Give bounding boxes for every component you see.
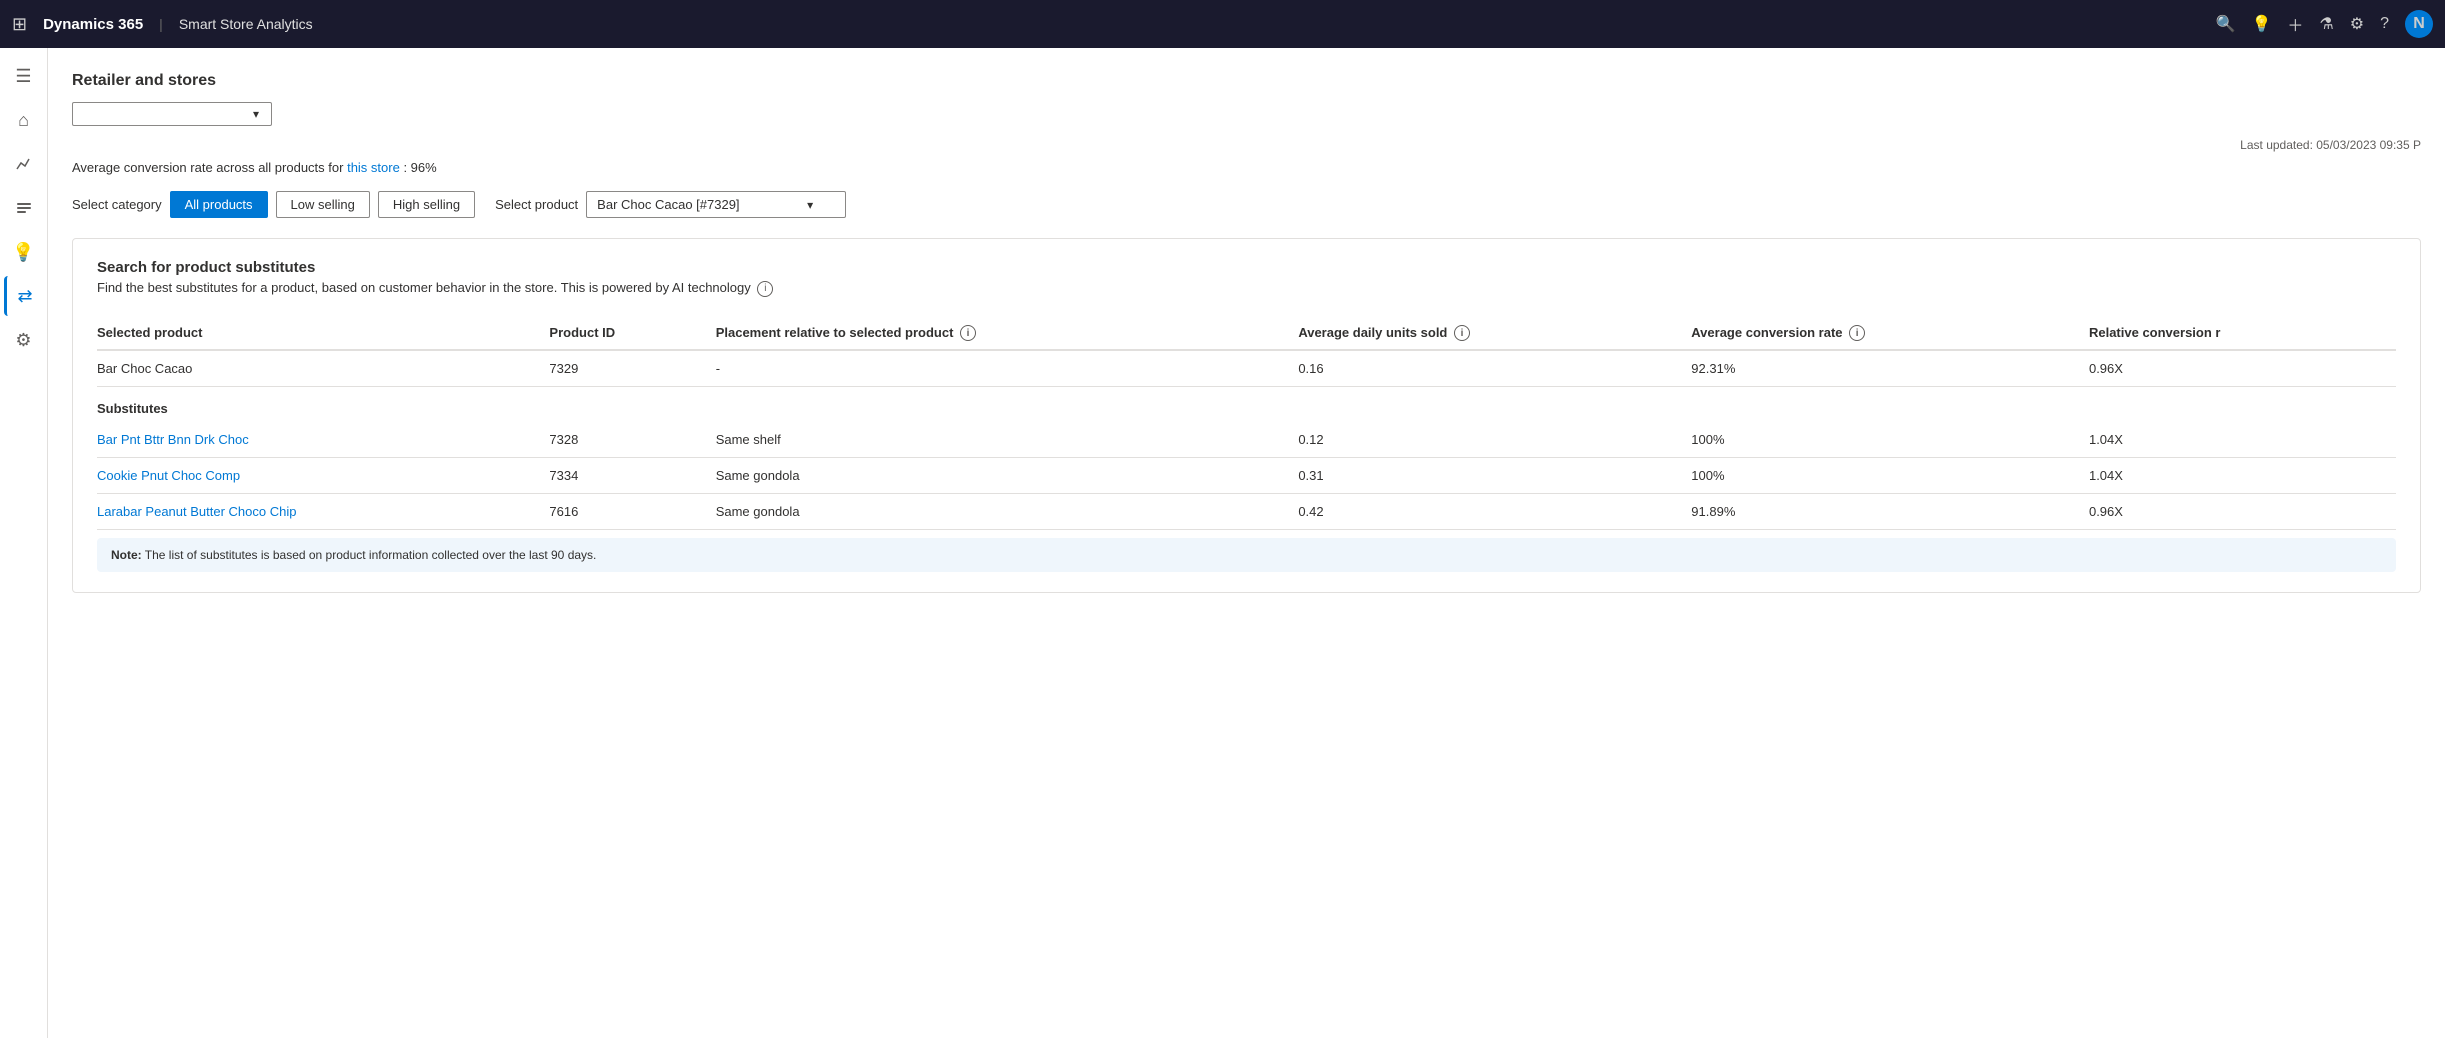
filter-all-products[interactable]: All products <box>170 191 268 218</box>
avg-daily-info-icon[interactable]: i <box>1454 325 1470 341</box>
col-header-relative-conversion: Relative conversion r <box>2089 317 2396 351</box>
sub-id-2: 7334 <box>549 458 715 494</box>
brand-name: Dynamics 365 <box>43 16 143 33</box>
note-text: The list of substitutes is based on prod… <box>145 548 597 562</box>
sub-daily-2: 0.31 <box>1298 458 1691 494</box>
product-dropdown-value: Bar Choc Cacao [#7329] <box>597 197 739 212</box>
store-dropdown[interactable]: ▾ <box>72 102 272 126</box>
sub-relative-3: 0.96X <box>2089 494 2396 530</box>
avg-conversion-banner: Average conversion rate across all produ… <box>72 160 2421 175</box>
selected-relative-conversion: 0.96X <box>2089 350 2396 387</box>
avatar[interactable]: N <box>2405 10 2433 38</box>
chevron-down-icon: ▾ <box>807 198 813 212</box>
search-icon[interactable]: 🔍 <box>2216 14 2236 34</box>
module-name: Smart Store Analytics <box>179 16 313 32</box>
lightbulb-icon[interactable]: 💡 <box>2251 14 2271 34</box>
sub-conversion-1: 100% <box>1691 422 2089 458</box>
store-selector-row: ▾ <box>72 102 2421 126</box>
product-dropdown[interactable]: Bar Choc Cacao [#7329] ▾ <box>586 191 846 218</box>
section-title: Search for product substitutes <box>97 259 2396 276</box>
filter-icon[interactable]: ⚗ <box>2319 14 2333 34</box>
substitutes-table: Selected product Product ID Placement re… <box>97 317 2396 531</box>
selected-avg-daily: 0.16 <box>1298 350 1691 387</box>
note-label: Note: <box>111 548 142 562</box>
info-icon[interactable]: i <box>757 281 773 297</box>
top-navigation: ⊞ Dynamics 365 | Smart Store Analytics 🔍… <box>0 0 2445 48</box>
last-updated-text: Last updated: 05/03/2023 09:35 P <box>72 138 2421 152</box>
selected-placement: - <box>716 350 1299 387</box>
sub-daily-1: 0.12 <box>1298 422 1691 458</box>
substitute-section: Search for product substitutes Find the … <box>72 238 2421 593</box>
table-row: Bar Pnt Bttr Bnn Drk Choc 7328 Same shel… <box>97 422 2396 458</box>
sub-placement-3: Same gondola <box>716 494 1299 530</box>
sidebar-item-home[interactable]: ⌂ <box>4 100 44 140</box>
sub-placement-2: Same gondola <box>716 458 1299 494</box>
placement-info-icon[interactable]: i <box>960 325 976 341</box>
group-label: Substitutes <box>97 387 2396 423</box>
top-nav-right: 🔍 💡 ＋ ⚗ ⚙ ? N <box>2216 10 2433 38</box>
sub-name-1[interactable]: Bar Pnt Bttr Bnn Drk Choc <box>97 422 549 458</box>
sub-conversion-2: 100% <box>1691 458 2089 494</box>
chevron-down-icon: ▾ <box>253 107 259 121</box>
sub-daily-3: 0.42 <box>1298 494 1691 530</box>
settings-icon[interactable]: ⚙ <box>2350 14 2364 34</box>
nav-separator: | <box>159 16 163 32</box>
side-navigation: ☰ ⌂ 💡 ⇄ ⚙ <box>0 48 48 1038</box>
avg-conversion-info-icon[interactable]: i <box>1849 325 1865 341</box>
sidebar-item-insights[interactable]: 💡 <box>4 232 44 272</box>
table-row: Cookie Pnut Choc Comp 7334 Same gondola … <box>97 458 2396 494</box>
page-title: Retailer and stores <box>72 72 2421 90</box>
plus-icon[interactable]: ＋ <box>2287 12 2303 36</box>
selected-product-id: 7329 <box>549 350 715 387</box>
sub-conversion-3: 91.89% <box>1691 494 2089 530</box>
selected-name: Bar Choc Cacao <box>97 350 549 387</box>
store-link[interactable]: this store <box>347 160 400 175</box>
sidebar-item-reports[interactable] <box>4 188 44 228</box>
filter-row: Select category All products Low selling… <box>72 191 2421 218</box>
category-label: Select category <box>72 197 162 212</box>
sub-placement-1: Same shelf <box>716 422 1299 458</box>
sidebar-item-substitutes[interactable]: ⇄ <box>4 276 44 316</box>
col-header-name: Selected product <box>97 317 549 351</box>
selected-avg-conversion: 92.31% <box>1691 350 2089 387</box>
sub-name-2[interactable]: Cookie Pnut Choc Comp <box>97 458 549 494</box>
col-header-placement: Placement relative to selected product i <box>716 317 1299 351</box>
app-grid-icon[interactable]: ⊞ <box>12 14 27 35</box>
sidebar-item-analytics[interactable] <box>4 144 44 184</box>
sidebar-item-more[interactable]: ⚙ <box>4 320 44 360</box>
table-row: Larabar Peanut Butter Choco Chip 7616 Sa… <box>97 494 2396 530</box>
sub-id-1: 7328 <box>549 422 715 458</box>
table-header: Selected product Product ID Placement re… <box>97 317 2396 351</box>
sub-relative-2: 1.04X <box>2089 458 2396 494</box>
sub-name-3[interactable]: Larabar Peanut Butter Choco Chip <box>97 494 549 530</box>
table-row-selected: Bar Choc Cacao 7329 - 0.16 92.31% 0.96X <box>97 350 2396 387</box>
table-body: Bar Choc Cacao 7329 - 0.16 92.31% 0.96X … <box>97 350 2396 530</box>
filter-low-selling[interactable]: Low selling <box>276 191 370 218</box>
note-bar: Note: The list of substitutes is based o… <box>97 538 2396 572</box>
col-header-product-id: Product ID <box>549 317 715 351</box>
sidebar-item-menu[interactable]: ☰ <box>4 56 44 96</box>
main-content: Retailer and stores ▾ Last updated: 05/0… <box>48 48 2445 1038</box>
sub-id-3: 7616 <box>549 494 715 530</box>
section-subtitle: Find the best substitutes for a product,… <box>97 280 2396 297</box>
col-header-avg-conversion: Average conversion rate i <box>1691 317 2089 351</box>
col-header-avg-daily: Average daily units sold i <box>1298 317 1691 351</box>
sub-relative-1: 1.04X <box>2089 422 2396 458</box>
help-icon[interactable]: ? <box>2380 15 2389 33</box>
filter-high-selling[interactable]: High selling <box>378 191 475 218</box>
substitutes-group-header: Substitutes <box>97 387 2396 423</box>
product-label: Select product <box>495 197 578 212</box>
